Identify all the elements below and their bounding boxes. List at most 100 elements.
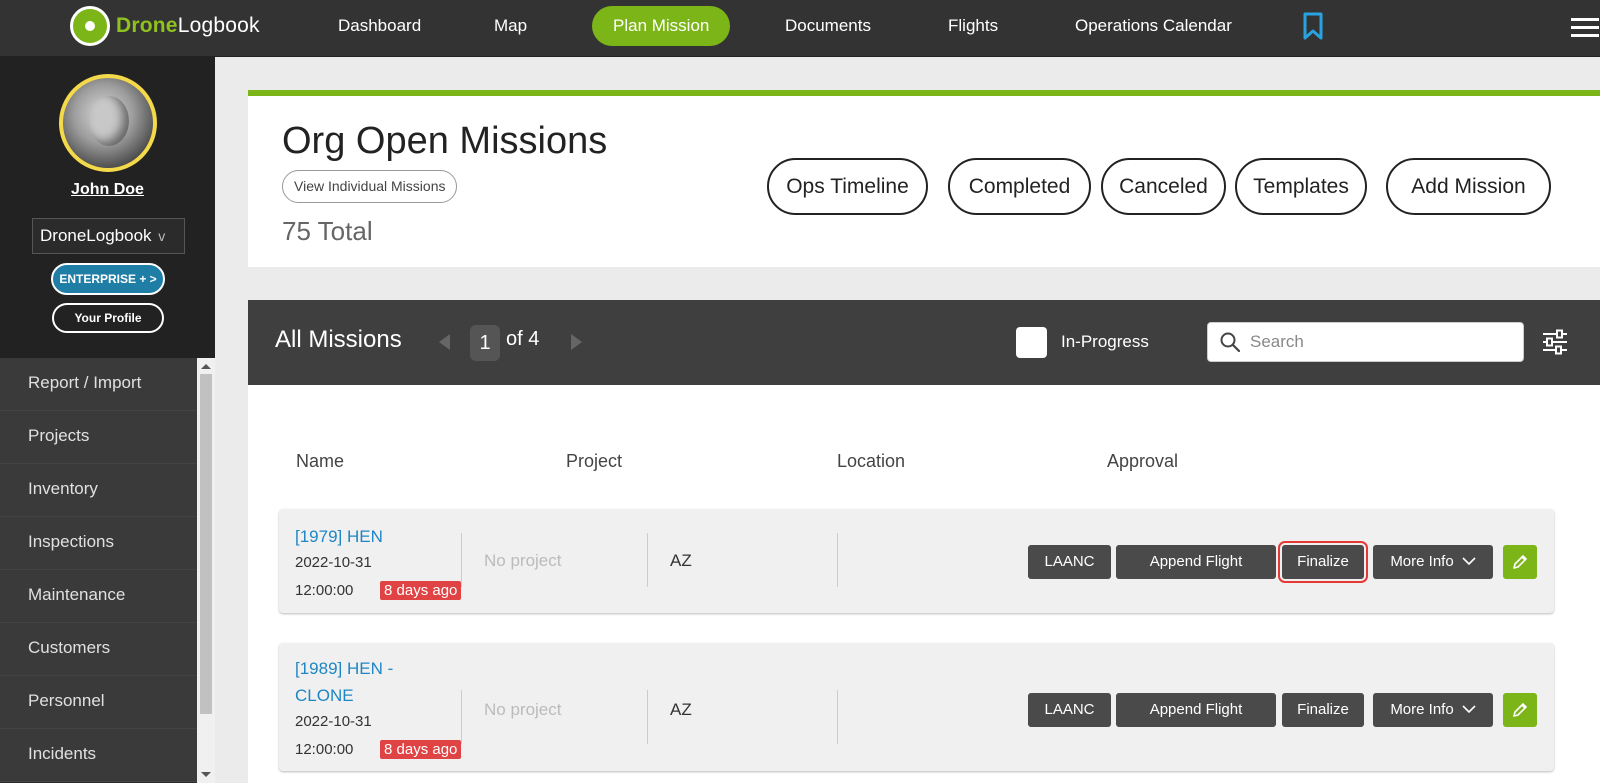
edit-mission-button[interactable] bbox=[1503, 545, 1537, 579]
missions-table-header: Name Project Location Approval bbox=[248, 385, 1600, 493]
edit-mission-button[interactable] bbox=[1503, 693, 1537, 727]
append-flight-button[interactable]: Append Flight bbox=[1116, 693, 1276, 727]
missions-toolbar: All Missions 1 of 4 In-Progress bbox=[248, 300, 1600, 385]
column-project[interactable]: Project bbox=[566, 451, 622, 472]
view-individual-missions-button[interactable]: View Individual Missions bbox=[282, 170, 458, 203]
more-info-label: More Info bbox=[1390, 701, 1454, 718]
column-location[interactable]: Location bbox=[837, 451, 905, 472]
bookmark-icon[interactable] bbox=[1302, 12, 1324, 40]
mission-location: AZ bbox=[670, 700, 692, 719]
logo[interactable]: DroneLogbook bbox=[70, 6, 260, 46]
mission-name-line-2: CLONE bbox=[295, 686, 354, 705]
avatar[interactable] bbox=[59, 74, 157, 172]
templates-button[interactable]: Templates bbox=[1235, 158, 1367, 215]
scroll-up-icon[interactable] bbox=[201, 364, 211, 369]
sidebar: John Doe DroneLogbook v ENTERPRISE + > Y… bbox=[0, 57, 215, 783]
add-mission-button[interactable]: Add Mission bbox=[1386, 158, 1551, 215]
nav-dashboard[interactable]: Dashboard bbox=[338, 6, 421, 46]
pencil-icon bbox=[1513, 703, 1527, 717]
age-badge: 8 days ago bbox=[380, 740, 462, 759]
scrollbar-thumb[interactable] bbox=[200, 374, 212, 714]
mission-name-line-1: [1989] HEN - bbox=[295, 659, 394, 678]
sidebar-item-report-import[interactable]: Report / Import bbox=[0, 358, 197, 411]
mission-time: 12:00:00 8 days ago bbox=[295, 740, 462, 759]
ops-timeline-button[interactable]: Ops Timeline bbox=[767, 158, 928, 215]
logo-text: DroneLogbook bbox=[116, 14, 260, 37]
chevron-down-icon: v bbox=[158, 228, 166, 244]
nav-map[interactable]: Map bbox=[494, 6, 527, 46]
sidebar-scrollbar[interactable] bbox=[197, 358, 215, 783]
search-input[interactable] bbox=[1250, 323, 1510, 361]
divider bbox=[647, 533, 648, 587]
hamburger-menu-icon[interactable] bbox=[1571, 18, 1599, 38]
your-profile-button[interactable]: Your Profile bbox=[52, 303, 164, 333]
mission-date: 2022-10-31 bbox=[295, 713, 372, 730]
column-name[interactable]: Name bbox=[296, 451, 344, 472]
org-dropdown[interactable]: DroneLogbook v bbox=[32, 218, 185, 254]
previous-page-icon[interactable] bbox=[439, 334, 450, 350]
mission-project: No project bbox=[484, 700, 562, 719]
divider bbox=[837, 533, 838, 587]
laanc-button[interactable]: LAANC bbox=[1028, 545, 1111, 579]
divider bbox=[461, 533, 462, 587]
table-row: [1989] HEN - CLONE 2022-10-31 12:00:00 8 … bbox=[279, 643, 1554, 771]
divider bbox=[647, 690, 648, 744]
top-navbar: DroneLogbook Dashboard Map Plan Mission … bbox=[0, 0, 1600, 57]
mission-time-value: 12:00:00 bbox=[295, 582, 354, 599]
sidebar-item-personnel[interactable]: Personnel bbox=[0, 676, 197, 729]
sidebar-item-incidents[interactable]: Incidents bbox=[0, 729, 197, 782]
all-missions-title: All Missions bbox=[275, 326, 402, 353]
chevron-down-icon bbox=[1462, 705, 1476, 714]
column-approval[interactable]: Approval bbox=[1107, 451, 1178, 472]
next-page-icon[interactable] bbox=[571, 334, 582, 350]
user-name-link[interactable]: John Doe bbox=[0, 181, 215, 199]
nav-operations-calendar[interactable]: Operations Calendar bbox=[1075, 6, 1232, 46]
org-name: DroneLogbook bbox=[40, 226, 152, 245]
missions-total: 75 Total bbox=[282, 216, 373, 246]
completed-button[interactable]: Completed bbox=[948, 158, 1091, 215]
search-box bbox=[1207, 322, 1524, 362]
sidebar-item-customers[interactable]: Customers bbox=[0, 623, 197, 676]
current-page-input[interactable]: 1 bbox=[470, 325, 500, 361]
enterprise-plan-button[interactable]: ENTERPRISE + > bbox=[51, 263, 165, 295]
more-info-label: More Info bbox=[1390, 553, 1454, 570]
mission-date: 2022-10-31 bbox=[295, 554, 372, 571]
in-progress-label: In-Progress bbox=[1061, 332, 1149, 351]
canceled-button[interactable]: Canceled bbox=[1101, 158, 1226, 215]
filter-settings-icon[interactable] bbox=[1542, 329, 1568, 355]
age-badge: 8 days ago bbox=[380, 581, 462, 600]
more-info-dropdown[interactable]: More Info bbox=[1373, 693, 1493, 727]
missions-header-card: Org Open Missions View Individual Missio… bbox=[248, 90, 1600, 267]
sidebar-item-maintenance[interactable]: Maintenance bbox=[0, 570, 197, 623]
mission-time: 12:00:00 8 days ago bbox=[295, 581, 462, 600]
pencil-icon bbox=[1513, 555, 1527, 569]
scroll-down-icon[interactable] bbox=[201, 772, 211, 777]
chevron-down-icon bbox=[1462, 557, 1476, 566]
mission-location: AZ bbox=[670, 551, 692, 570]
sidebar-item-projects[interactable]: Projects bbox=[0, 411, 197, 464]
divider bbox=[461, 690, 462, 744]
in-progress-checkbox[interactable] bbox=[1016, 327, 1047, 358]
finalize-button[interactable]: Finalize bbox=[1282, 693, 1364, 727]
mission-name-link[interactable]: [1979] HEN bbox=[295, 523, 383, 550]
sidebar-item-inventory[interactable]: Inventory bbox=[0, 464, 197, 517]
laanc-button[interactable]: LAANC bbox=[1028, 693, 1111, 727]
missions-list: [1979] HEN 2022-10-31 12:00:00 8 days ag… bbox=[248, 493, 1600, 783]
page-title: Org Open Missions bbox=[282, 120, 608, 162]
mission-name-link[interactable]: [1989] HEN - CLONE bbox=[295, 655, 393, 709]
profile-panel: John Doe DroneLogbook v ENTERPRISE + > Y… bbox=[0, 57, 215, 358]
search-icon bbox=[1220, 332, 1240, 352]
table-row: [1979] HEN 2022-10-31 12:00:00 8 days ag… bbox=[279, 509, 1554, 613]
mission-project: No project bbox=[484, 551, 562, 570]
mission-time-value: 12:00:00 bbox=[295, 741, 354, 758]
divider bbox=[837, 690, 838, 744]
append-flight-button[interactable]: Append Flight bbox=[1116, 545, 1276, 579]
sidebar-menu: Report / Import Projects Inventory Inspe… bbox=[0, 358, 197, 782]
nav-flights[interactable]: Flights bbox=[948, 6, 998, 46]
nav-plan-mission[interactable]: Plan Mission bbox=[592, 6, 731, 46]
sidebar-item-inspections[interactable]: Inspections bbox=[0, 517, 197, 570]
page-count: of 4 bbox=[506, 328, 540, 350]
nav-documents[interactable]: Documents bbox=[785, 6, 871, 46]
finalize-button[interactable]: Finalize bbox=[1278, 541, 1368, 583]
more-info-dropdown[interactable]: More Info bbox=[1373, 545, 1493, 579]
